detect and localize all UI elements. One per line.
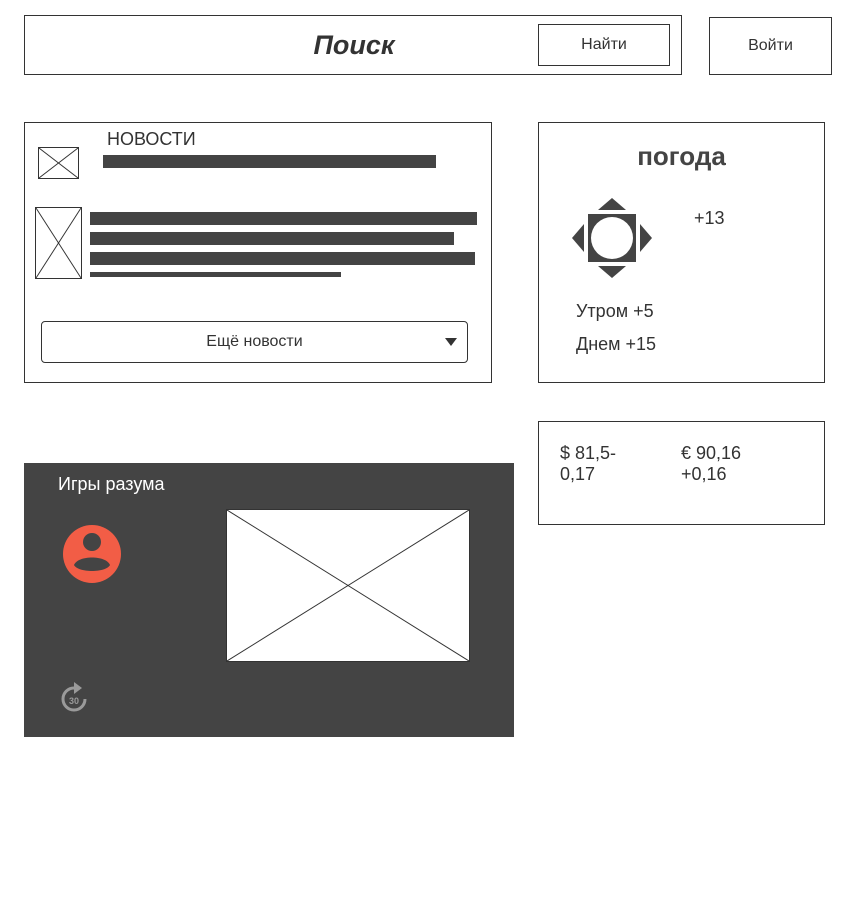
day-temperature: Днем +15 <box>576 334 657 354</box>
current-temperature: +13 <box>694 208 725 228</box>
news-headline-bar[interactable] <box>103 155 436 168</box>
currency-card: $ 81,5-0,17 € 90,16 +0,16 <box>538 421 825 525</box>
news-text-line[interactable] <box>90 272 341 277</box>
news-text-line[interactable] <box>90 252 475 265</box>
news-text-line[interactable] <box>90 212 477 225</box>
eur-rate: € 90,16 +0,16 <box>681 443 742 484</box>
sun-icon <box>572 198 652 278</box>
news-thumbnail-small[interactable] <box>38 147 79 179</box>
news-text-line[interactable] <box>90 232 454 245</box>
games-image-placeholder[interactable] <box>226 509 470 662</box>
search-button[interactable]: Найти <box>538 24 670 66</box>
more-news-label: Ещё новости <box>206 333 303 350</box>
search-bar[interactable]: Поиск Найти <box>24 15 682 75</box>
caret-down-icon <box>445 338 457 346</box>
news-thumbnail-large[interactable] <box>35 207 82 279</box>
news-title: НОВОСТИ <box>107 129 196 149</box>
games-title: Игры разума <box>58 474 165 494</box>
news-card: НОВОСТИ Ещё новости <box>24 122 492 383</box>
weather-card: погода +13 Утром +5 Днем +15 <box>538 122 825 383</box>
replay-30-icon[interactable]: 30 <box>58 681 90 715</box>
games-card: Игры разума 30 <box>24 463 514 737</box>
more-news-dropdown[interactable]: Ещё новости <box>41 321 468 363</box>
user-circle-icon[interactable] <box>63 525 121 583</box>
login-button[interactable]: Войти <box>709 17 832 75</box>
usd-rate: $ 81,5-0,17 <box>560 443 617 484</box>
morning-temperature: Утром +5 <box>576 301 654 321</box>
replay-label: 30 <box>69 696 79 706</box>
weather-title: погода <box>637 141 726 171</box>
